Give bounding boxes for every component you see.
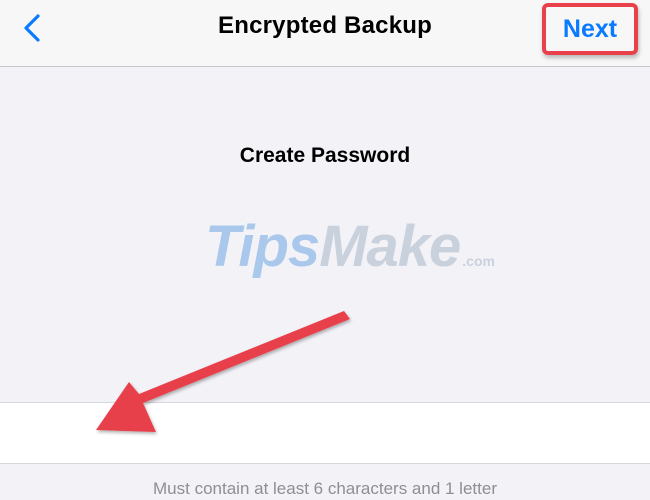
watermark-part2: Make bbox=[319, 214, 461, 279]
password-field[interactable] bbox=[0, 402, 650, 464]
encrypted-backup-screen: Encrypted Backup Next Create Password Ti… bbox=[0, 0, 650, 500]
password-input[interactable] bbox=[0, 403, 650, 463]
watermark-part1: Tips bbox=[205, 214, 320, 279]
navigation-bar: Encrypted Backup Next bbox=[0, 0, 650, 67]
watermark-suffix: .com bbox=[462, 253, 495, 269]
next-button[interactable]: Next bbox=[542, 3, 638, 55]
password-hint: Must contain at least 6 characters and 1… bbox=[153, 479, 497, 498]
create-password-heading: Create Password bbox=[239, 144, 411, 167]
watermark-logo: TipsMake .com bbox=[205, 213, 495, 280]
